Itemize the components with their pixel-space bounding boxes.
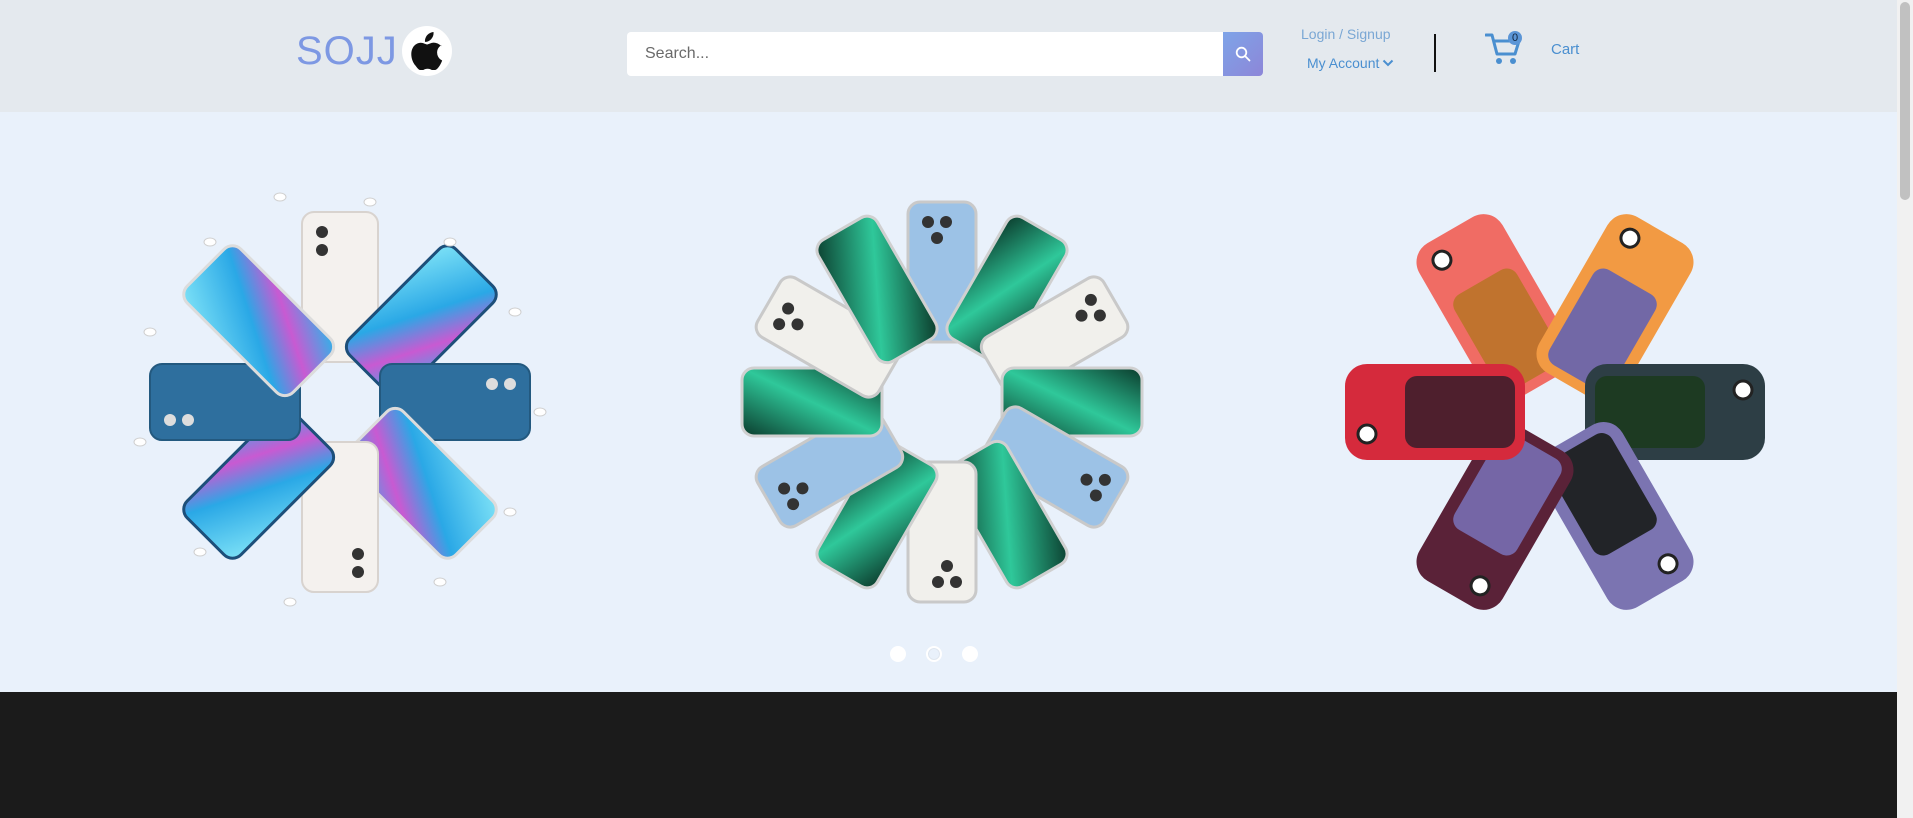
cart-button[interactable]: 0 bbox=[1484, 31, 1525, 67]
search-bar bbox=[627, 32, 1263, 76]
search-button[interactable] bbox=[1223, 32, 1263, 76]
iphone-13-pro-circle-image bbox=[740, 200, 1144, 604]
search-input[interactable] bbox=[627, 32, 1223, 76]
logo-text: SOJJ bbox=[296, 29, 398, 73]
iphone-magsafe-cases-image bbox=[1345, 214, 1765, 610]
my-account-label: My Account bbox=[1307, 55, 1380, 71]
apple-logo-icon bbox=[401, 26, 452, 76]
scrollbar-thumb[interactable] bbox=[1900, 2, 1910, 200]
iphone-13-fan-with-airpods-image bbox=[133, 192, 547, 607]
site-header: SOJJ Login / Signup My Account bbox=[0, 0, 1897, 112]
vertical-scrollbar[interactable] bbox=[1897, 0, 1913, 818]
logo[interactable]: SOJJ bbox=[296, 24, 452, 78]
cart-count-badge: 0 bbox=[1508, 31, 1522, 45]
hero-slider bbox=[0, 112, 1897, 692]
slider-dot-1[interactable] bbox=[890, 646, 906, 662]
search-icon bbox=[1235, 46, 1251, 62]
page: SOJJ Login / Signup My Account bbox=[0, 0, 1897, 818]
slider-pagination bbox=[890, 646, 978, 662]
login-signup-link[interactable]: Login / Signup bbox=[1301, 26, 1391, 42]
dark-section bbox=[0, 692, 1897, 818]
chevron-down-icon bbox=[1383, 59, 1394, 67]
cart-link[interactable]: Cart bbox=[1551, 41, 1579, 58]
slider-dot-2[interactable] bbox=[926, 646, 942, 662]
header-divider bbox=[1434, 34, 1436, 72]
slider-dot-3[interactable] bbox=[962, 646, 978, 662]
my-account-dropdown[interactable]: My Account bbox=[1307, 55, 1394, 71]
